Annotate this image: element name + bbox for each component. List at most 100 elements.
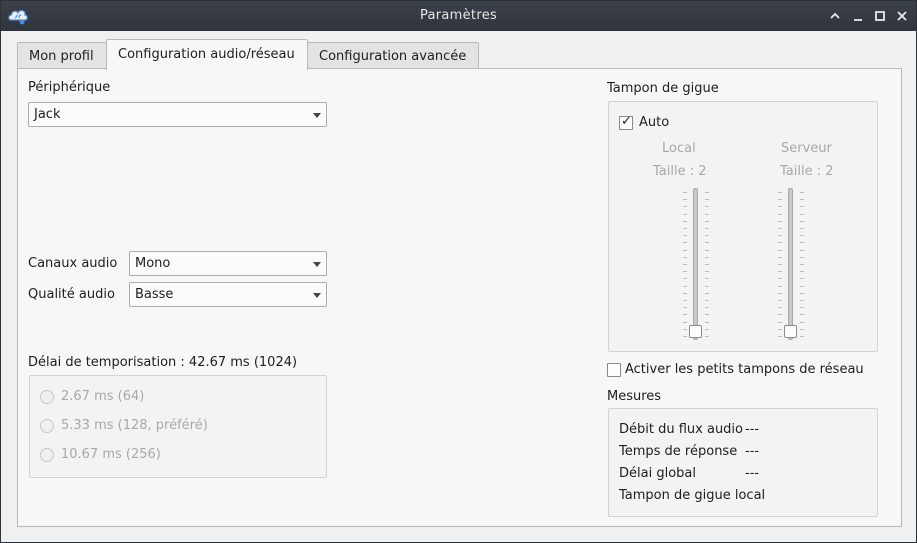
measure-global-delay-label: Délai global bbox=[619, 466, 696, 481]
auto-checkbox[interactable]: ✓ bbox=[619, 114, 633, 130]
slider-tick bbox=[705, 221, 709, 222]
slider-tick bbox=[705, 206, 709, 207]
slider-handle[interactable] bbox=[689, 325, 702, 338]
slider-tick bbox=[778, 214, 782, 215]
slider-tick bbox=[705, 235, 709, 236]
slider-tick bbox=[778, 271, 782, 272]
tab-audio-network-config[interactable]: Configuration audio/réseau bbox=[106, 39, 308, 70]
slider-tick bbox=[778, 329, 782, 330]
close-icon[interactable] bbox=[893, 7, 911, 25]
slider-tick bbox=[800, 228, 804, 229]
slider-tick bbox=[683, 250, 687, 251]
slider-tick bbox=[683, 300, 687, 301]
slider-tick bbox=[778, 300, 782, 301]
measures-group: Débit du flux audio --- Temps de réponse… bbox=[608, 408, 878, 517]
server-jitter-slider[interactable] bbox=[778, 188, 804, 340]
buffer-256-label: 10.67 ms (256) bbox=[61, 447, 161, 462]
slider-tick bbox=[800, 257, 804, 258]
slider-track[interactable] bbox=[693, 188, 698, 340]
buffer-delay-label: Délai de temporisation : 42.67 ms (1024) bbox=[28, 355, 298, 370]
buffer-64-label: 2.67 ms (64) bbox=[61, 389, 145, 404]
small-network-buffers-checkbox[interactable] bbox=[607, 363, 621, 377]
chevron-down-icon bbox=[313, 113, 321, 118]
slider-tick bbox=[683, 206, 687, 207]
slider-tick bbox=[683, 257, 687, 258]
measure-response-time-value: --- bbox=[745, 444, 760, 459]
slider-tick bbox=[800, 271, 804, 272]
slider-tick bbox=[683, 293, 687, 294]
chevron-down-icon bbox=[313, 262, 321, 267]
title-bar[interactable]: Paramètres bbox=[1, 1, 916, 31]
slider-tick bbox=[800, 336, 804, 337]
local-label: Local bbox=[662, 141, 696, 156]
local-size-label: Taille : 2 bbox=[653, 164, 707, 179]
jitter-buffer-group: ✓ Auto Local Taille : 2 Serveur Taille :… bbox=[608, 101, 878, 352]
audio-quality-select[interactable]: Basse bbox=[129, 282, 327, 307]
server-size-label: Taille : 2 bbox=[780, 164, 834, 179]
slider-tick bbox=[683, 314, 687, 315]
measure-local-jitter-label: Tampon de gigue local bbox=[619, 488, 766, 503]
slider-tick bbox=[800, 235, 804, 236]
buffer-64-radio[interactable] bbox=[40, 390, 54, 404]
tab-label: Configuration avancée bbox=[319, 49, 467, 64]
slider-tick bbox=[800, 250, 804, 251]
slider-tick bbox=[705, 293, 709, 294]
maximize-icon[interactable] bbox=[871, 7, 889, 25]
slider-tick bbox=[705, 336, 709, 337]
slider-tick bbox=[778, 192, 782, 193]
audio-channels-value: Mono bbox=[135, 256, 171, 271]
slider-tick bbox=[800, 192, 804, 193]
tab-label: Configuration audio/réseau bbox=[118, 47, 295, 62]
slider-tick bbox=[778, 336, 782, 337]
audio-quality-label: Qualité audio bbox=[28, 287, 115, 302]
slider-track[interactable] bbox=[788, 188, 793, 340]
slider-tick bbox=[705, 307, 709, 308]
slider-tick bbox=[705, 278, 709, 279]
device-value: Jack bbox=[34, 107, 61, 122]
slider-tick bbox=[705, 192, 709, 193]
slider-tick bbox=[705, 322, 709, 323]
keep-above-icon[interactable] bbox=[826, 7, 844, 25]
slider-tick bbox=[683, 278, 687, 279]
device-select[interactable]: Jack bbox=[28, 102, 327, 127]
tab-label: Mon profil bbox=[29, 49, 94, 64]
slider-tick bbox=[705, 250, 709, 251]
audio-channels-select[interactable]: Mono bbox=[129, 251, 327, 276]
slider-tick bbox=[800, 307, 804, 308]
audio-quality-value: Basse bbox=[135, 287, 174, 302]
jitter-buffer-title: Tampon de gigue bbox=[607, 81, 719, 96]
slider-tick bbox=[705, 314, 709, 315]
slider-tick bbox=[705, 329, 709, 330]
slider-tick bbox=[800, 286, 804, 287]
slider-tick bbox=[705, 214, 709, 215]
slider-tick bbox=[800, 322, 804, 323]
tab-advanced-config[interactable]: Configuration avancée bbox=[307, 42, 479, 69]
tab-panel: Périphérique Jack Canaux audio Mono Qual… bbox=[17, 68, 902, 527]
local-jitter-slider[interactable] bbox=[683, 188, 709, 340]
slider-tick bbox=[778, 293, 782, 294]
slider-tick bbox=[800, 314, 804, 315]
slider-tick bbox=[683, 242, 687, 243]
measure-response-time-label: Temps de réponse bbox=[619, 444, 738, 459]
slider-tick bbox=[800, 221, 804, 222]
slider-tick bbox=[800, 242, 804, 243]
auto-label: Auto bbox=[639, 115, 670, 130]
slider-tick bbox=[800, 199, 804, 200]
slider-tick bbox=[778, 250, 782, 251]
measure-audio-rate-label: Débit du flux audio bbox=[619, 422, 744, 437]
slider-tick bbox=[800, 264, 804, 265]
slider-tick bbox=[705, 264, 709, 265]
tab-my-profile[interactable]: Mon profil bbox=[17, 42, 107, 69]
slider-tick bbox=[778, 228, 782, 229]
buffer-128-radio[interactable] bbox=[40, 419, 54, 433]
audio-channels-label: Canaux audio bbox=[28, 256, 118, 271]
slider-tick bbox=[705, 228, 709, 229]
slider-tick bbox=[778, 235, 782, 236]
buffer-256-radio[interactable] bbox=[40, 448, 54, 462]
slider-tick bbox=[800, 214, 804, 215]
slider-handle[interactable] bbox=[784, 325, 797, 338]
slider-tick bbox=[683, 286, 687, 287]
minimize-icon[interactable] bbox=[849, 7, 867, 25]
slider-tick bbox=[683, 214, 687, 215]
slider-tick bbox=[778, 314, 782, 315]
